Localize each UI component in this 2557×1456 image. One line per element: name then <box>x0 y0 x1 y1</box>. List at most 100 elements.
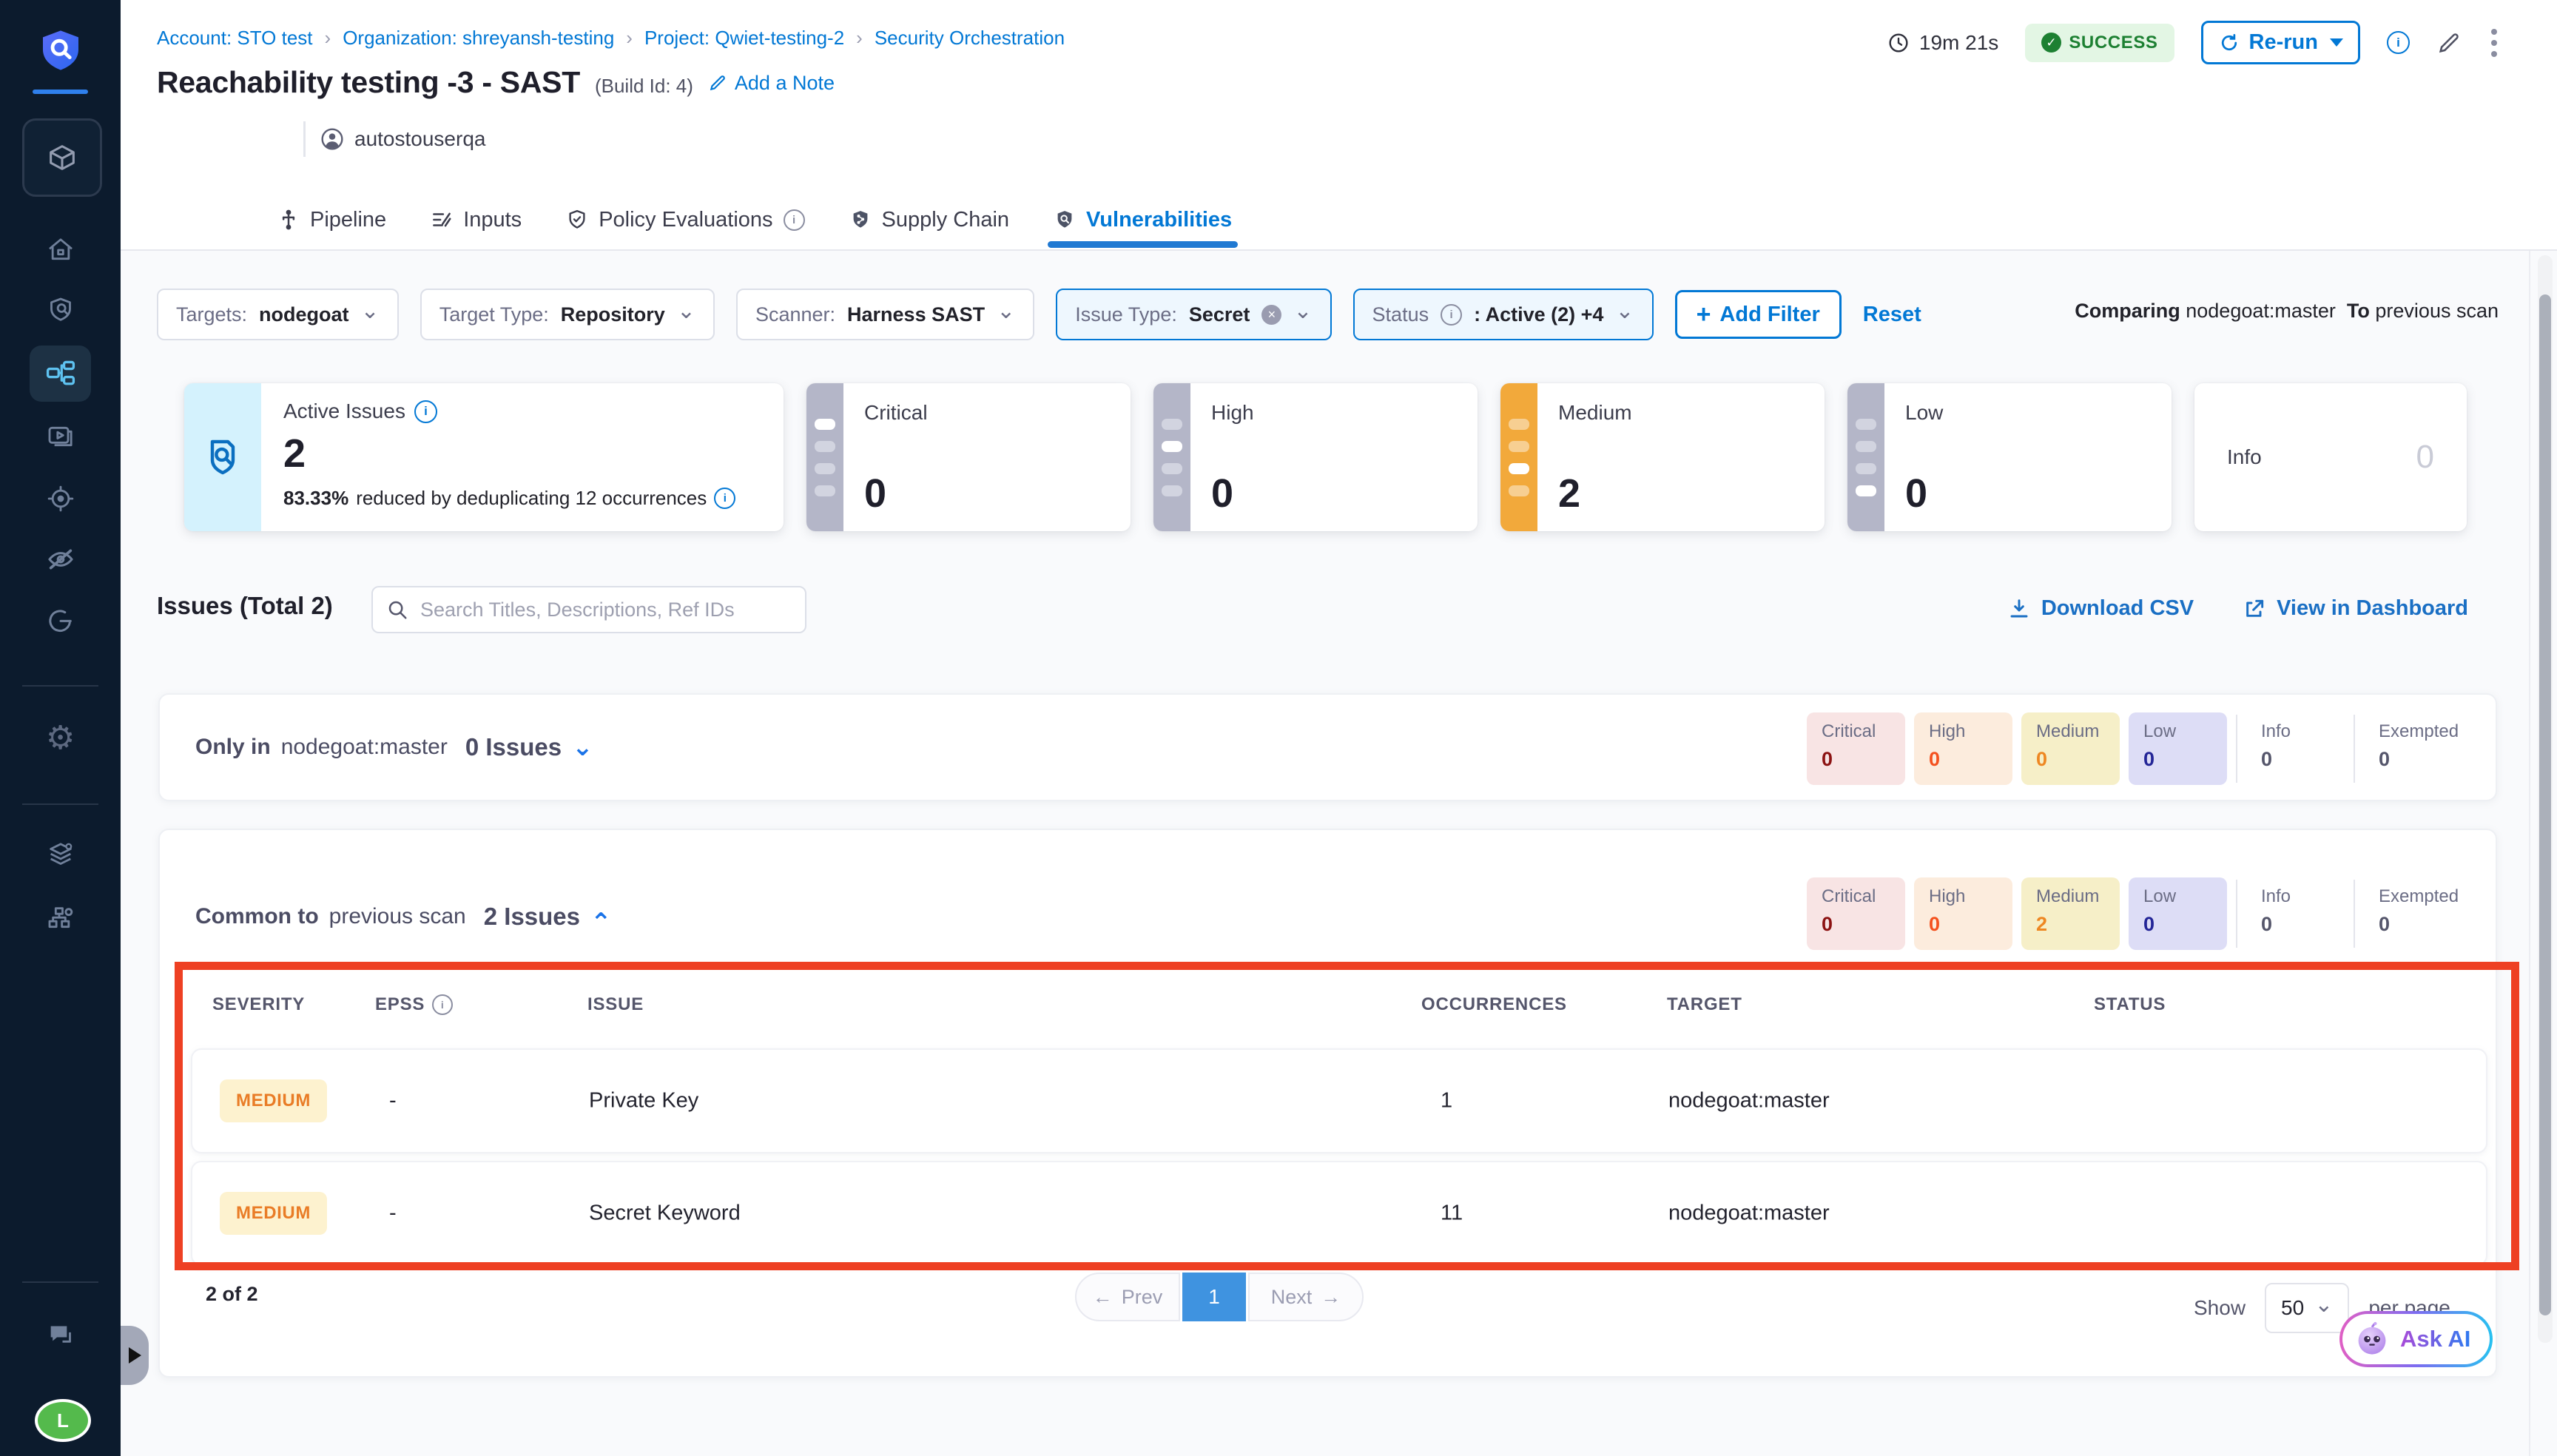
severity-chip-high: High0 <box>1914 877 2012 950</box>
external-link-icon <box>2243 597 2266 621</box>
settings-gear-icon[interactable]: ⚙ <box>0 722 121 755</box>
rerun-button[interactable]: Re-run <box>2201 21 2360 64</box>
col-issue: ISSUE <box>587 994 644 1015</box>
group-scope: nodegoat:master <box>281 735 448 760</box>
reset-filters-link[interactable]: Reset <box>1863 303 1921 327</box>
help-chat-icon[interactable]: ? <box>0 1321 121 1350</box>
chevron-down-icon[interactable] <box>572 740 593 755</box>
occurrences-value: 1 <box>1441 1089 1452 1113</box>
execution-duration: 19m 21s <box>1887 31 1998 55</box>
breadcrumb-separator: › <box>626 27 633 50</box>
execution-tabs: Pipeline Inputs Policy Evaluations Suppl… <box>277 201 1232 238</box>
group-prefix: Common to <box>195 904 319 929</box>
info-count: 0 <box>2416 439 2434 476</box>
pipeline-icon <box>277 209 300 231</box>
svg-text:?: ? <box>55 1326 61 1337</box>
project-setup-layers-icon[interactable] <box>0 840 121 869</box>
target-value: nodegoat:master <box>1668 1089 1830 1113</box>
pagination-summary: 2 of 2 <box>206 1283 258 1306</box>
severity-strip <box>1500 383 1537 531</box>
breadcrumb-project[interactable]: Project: Qwiet-testing-2 <box>644 27 844 50</box>
search-input[interactable] <box>419 598 792 622</box>
user-name: autostouserqa <box>354 127 485 151</box>
download-csv-button[interactable]: Download CSV <box>2007 596 2194 621</box>
clear-filter-icon[interactable] <box>1261 305 1281 325</box>
filter-targets[interactable]: Targets: nodegoat <box>157 289 399 340</box>
sidebar-divider <box>22 685 98 687</box>
filter-issue-type[interactable]: Issue Type: Secret <box>1056 289 1331 340</box>
exemptions-eye-off-icon[interactable] <box>0 545 121 574</box>
module-selector-icon[interactable] <box>22 118 102 197</box>
add-note-button[interactable]: Add a Note <box>708 72 835 95</box>
severity-chip-medium: Medium2 <box>2021 877 2120 950</box>
chevron-up-icon[interactable] <box>590 909 612 924</box>
info-icon[interactable] <box>432 994 453 1015</box>
view-in-dashboard-button[interactable]: View in Dashboard <box>2243 596 2468 621</box>
breadcrumb-separator: › <box>856 27 863 50</box>
info-icon[interactable] <box>2387 31 2410 54</box>
pencil-icon <box>708 73 727 92</box>
col-epss: EPSS <box>375 994 453 1015</box>
show-label: Show <box>2194 1296 2246 1320</box>
tab-supply-chain[interactable]: Supply Chain <box>849 201 1010 238</box>
targets-icon[interactable] <box>0 484 121 513</box>
shield-check-icon <box>566 209 588 231</box>
page-1-button[interactable]: 1 <box>1182 1273 1246 1321</box>
check-icon <box>2041 33 2061 53</box>
executions-icon[interactable] <box>0 422 121 451</box>
pipelines-nav-active[interactable] <box>30 346 91 402</box>
comparing-label: Comparing nodegoat:master To previous sc… <box>2075 300 2499 323</box>
org-structure-icon[interactable] <box>0 903 121 933</box>
low-card: Low 0 <box>1847 383 2172 531</box>
supply-chain-icon <box>849 209 872 231</box>
filter-scanner[interactable]: Scanner: Harness SAST <box>736 289 1034 340</box>
filter-status[interactable]: Status : Active (2) +4 <box>1353 289 1654 340</box>
next-page-button[interactable]: Next <box>1248 1273 1364 1321</box>
download-icon <box>2007 597 2031 621</box>
status-badge: SUCCESS <box>2025 24 2174 62</box>
add-filter-button[interactable]: Add Filter <box>1675 290 1842 339</box>
breadcrumb-organization[interactable]: Organization: shreyansh-testing <box>343 27 614 50</box>
filter-target-type[interactable]: Target Type: Repository <box>420 289 715 340</box>
per-page-select[interactable]: 50 <box>2265 1283 2349 1333</box>
severity-badge: MEDIUM <box>220 1079 327 1122</box>
issues-search <box>371 586 806 633</box>
severity-chip-exempted: Exempted0 <box>2364 712 2462 785</box>
issues-total-heading: Issues (Total 2) <box>157 592 333 620</box>
tab-inputs[interactable]: Inputs <box>431 201 522 238</box>
prev-page-button[interactable]: Prev <box>1075 1273 1180 1321</box>
issue-name: Secret Keyword <box>589 1201 741 1226</box>
info-icon[interactable] <box>784 209 805 231</box>
refresh-icon <box>2218 32 2240 54</box>
edit-pencil-icon[interactable] <box>2436 30 2462 55</box>
tab-pipeline[interactable]: Pipeline <box>277 201 386 238</box>
chip-divider <box>2236 880 2237 948</box>
issue-row-private-key[interactable]: MEDIUM - Private Key 1 nodegoat:master <box>191 1048 2487 1153</box>
scans-shield-search-icon[interactable] <box>0 295 121 325</box>
tab-vulnerabilities[interactable]: Vulnerabilities <box>1054 201 1232 238</box>
chip-divider <box>2236 715 2237 783</box>
scrollbar-thumb[interactable] <box>2539 294 2551 1315</box>
severity-badge: MEDIUM <box>220 1192 327 1235</box>
user-avatar[interactable]: L <box>35 1399 91 1442</box>
breadcrumb-module[interactable]: Security Orchestration <box>875 27 1065 50</box>
getting-started-icon[interactable] <box>0 607 121 636</box>
more-options-icon[interactable] <box>2488 26 2500 60</box>
active-issues-card: Active Issues 2 83.33% reduced by dedupl… <box>184 383 784 531</box>
sto-logo-icon[interactable] <box>0 27 121 74</box>
critical-card: Critical 0 <box>806 383 1131 531</box>
tab-policy-evaluations[interactable]: Policy Evaluations <box>566 201 804 238</box>
plus-icon <box>1697 300 1711 329</box>
expand-panel-handle[interactable] <box>121 1326 149 1385</box>
issue-row-secret-keyword[interactable]: MEDIUM - Secret Keyword 11 nodegoat:mast… <box>191 1161 2487 1266</box>
group-prefix: Only in <box>195 735 271 760</box>
sidebar-divider <box>22 1281 98 1283</box>
breadcrumb-account[interactable]: Account: STO test <box>157 27 313 50</box>
info-icon[interactable] <box>714 488 735 509</box>
low-count: 0 <box>1905 471 1943 516</box>
ask-ai-button[interactable]: Ask AI <box>2339 1311 2493 1367</box>
home-icon[interactable] <box>0 235 121 265</box>
shield-search-icon <box>184 383 261 531</box>
page-title: Reachability testing -3 - SAST <box>157 65 580 100</box>
info-icon[interactable] <box>414 400 437 423</box>
